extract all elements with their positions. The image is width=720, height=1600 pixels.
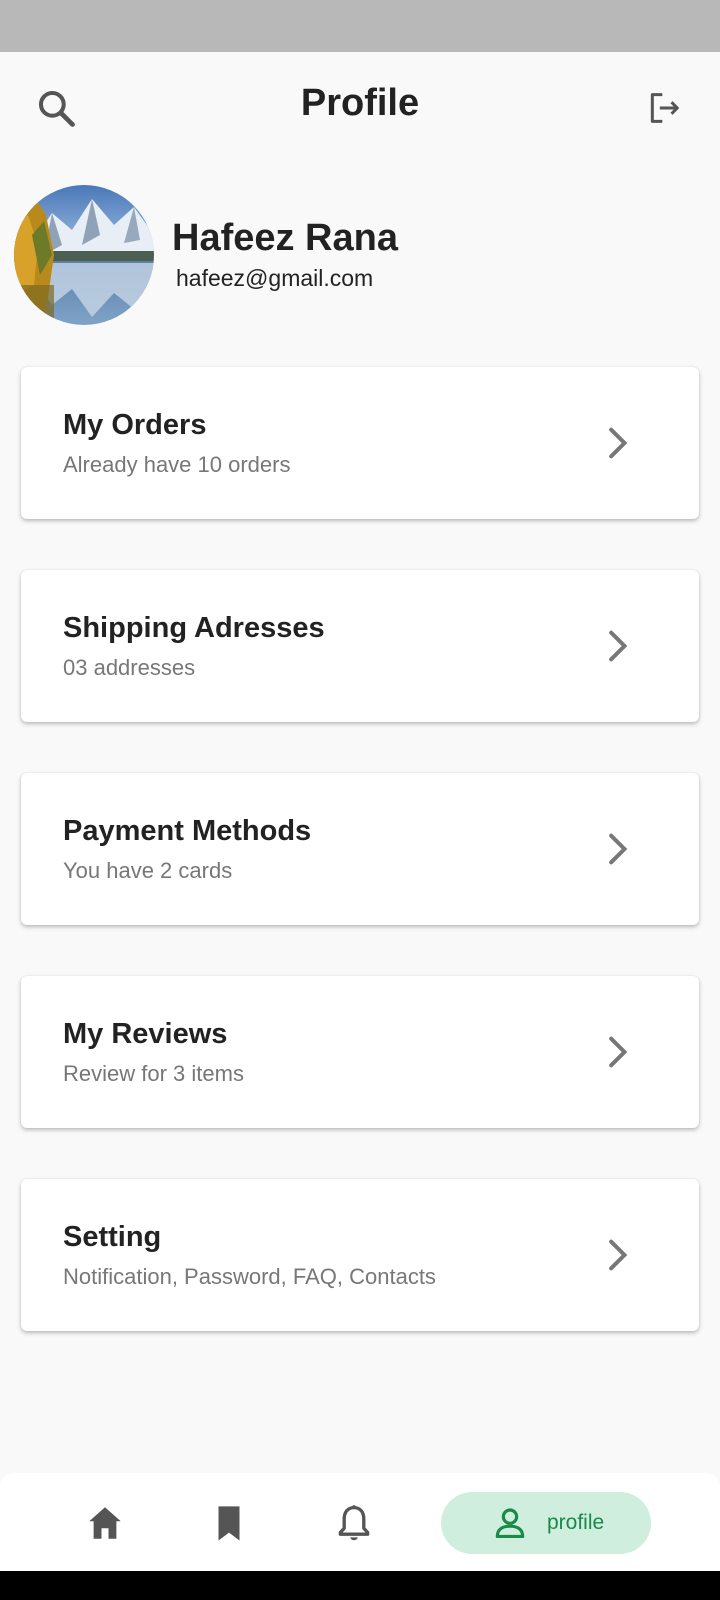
bookmark-icon [218, 1506, 240, 1541]
nav-profile[interactable]: profile [441, 1492, 651, 1554]
logout-button[interactable] [636, 80, 692, 136]
menu-item-subtitle: Notification, Password, FAQ, Contacts [63, 1264, 436, 1289]
nav-bookmark[interactable] [201, 1495, 257, 1551]
avatar[interactable] [14, 185, 154, 325]
menu-item-subtitle: Already have 10 orders [63, 452, 291, 477]
menu-item-subtitle: You have 2 cards [63, 858, 233, 883]
menu-item-shipping-addresses[interactable]: Shipping Adresses 03 addresses [21, 570, 699, 722]
menu-item-payment-methods[interactable]: Payment Methods You have 2 cards [21, 773, 699, 925]
logout-icon [650, 93, 679, 123]
chevron-right-icon [609, 427, 628, 459]
person-icon [495, 1508, 525, 1539]
profile-header: Hafeez Rana hafeez@gmail.com [14, 185, 704, 325]
bottom-nav: profile [0, 1473, 720, 1571]
menu-item-my-orders[interactable]: My Orders Already have 10 orders [21, 367, 699, 519]
avatar-image [14, 185, 154, 325]
menu-item-subtitle: 03 addresses [63, 655, 196, 680]
home-icon [89, 1507, 121, 1539]
nav-notifications[interactable] [326, 1495, 382, 1551]
chevron-right-icon [609, 630, 628, 662]
menu-item-title: My Reviews [63, 1018, 228, 1050]
nav-profile-label: profile [547, 1511, 605, 1534]
menu-item-title: Shipping Adresses [63, 612, 325, 644]
nav-home[interactable] [77, 1495, 133, 1551]
menu-item-subtitle: Review for 3 items [63, 1061, 244, 1086]
menu-item-title: Setting [63, 1221, 162, 1253]
bell-icon [338, 1505, 370, 1541]
page-title: Profile [300, 82, 420, 124]
status-bar [0, 0, 720, 52]
user-email: hafeez@gmail.com [176, 265, 374, 291]
app-bar: Profile [0, 52, 720, 158]
menu-item-setting[interactable]: Setting Notification, Password, FAQ, Con… [21, 1179, 699, 1331]
user-name: Hafeez Rana [172, 217, 398, 259]
menu-item-my-reviews[interactable]: My Reviews Review for 3 items [21, 976, 699, 1128]
menu-item-title: Payment Methods [63, 815, 312, 847]
chevron-right-icon [609, 1239, 628, 1271]
chevron-right-icon [609, 1036, 628, 1068]
system-navigation-bar [0, 1571, 720, 1600]
chevron-right-icon [609, 833, 628, 865]
menu-item-title: My Orders [63, 409, 207, 441]
